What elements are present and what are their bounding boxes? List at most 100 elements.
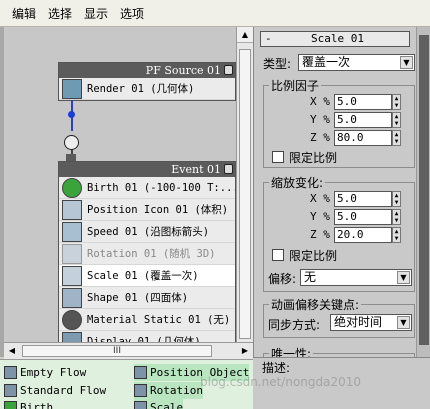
spinner-arrows-icon[interactable]: ▲ ▼: [392, 227, 401, 243]
event-row-label: Speed 01 (沿图标箭头): [87, 226, 210, 238]
depot-item-standard-flow[interactable]: Standard Flow: [4, 382, 106, 399]
scroll-thumb[interactable]: III: [22, 345, 212, 357]
display-icon: [62, 331, 82, 342]
rollout-header[interactable]: - Scale 01: [260, 31, 410, 47]
variation-y-spinner[interactable]: 5.0 ▲ ▼: [334, 209, 401, 225]
rollout-collapse-sign: -: [265, 32, 272, 45]
event-row-speed[interactable]: Speed 01 (沿图标箭头): [59, 221, 235, 243]
event-row-label: Material Static 01 (无): [87, 314, 231, 326]
scale-z-spinner[interactable]: 80.0 ▲ ▼: [334, 130, 401, 146]
chevron-down-icon[interactable]: ▼: [397, 316, 410, 329]
scale-y-spinner[interactable]: 5.0 ▲ ▼: [334, 112, 401, 128]
scroll-left-icon[interactable]: ◀: [4, 343, 20, 359]
lock-ratio-checkbox[interactable]: [272, 151, 284, 163]
scroll-up-icon[interactable]: ▲: [237, 27, 253, 43]
params-vertical-scrollbar[interactable]: [416, 27, 430, 409]
connection-port-icon[interactable]: [64, 135, 79, 150]
spinner-arrows-icon[interactable]: ▲ ▼: [392, 112, 401, 128]
variation-z-label: Z %: [310, 228, 330, 241]
depot-item-scale[interactable]: Scale: [134, 399, 184, 409]
event-row-label: Birth 01 (-100-100 T:...: [87, 181, 235, 194]
scroll-right-icon[interactable]: ▶: [237, 343, 253, 359]
graph-vertical-scrollbar[interactable]: ▲: [236, 27, 253, 342]
left-border: [0, 27, 4, 357]
source-node-title: PF Source 01: [145, 64, 221, 77]
scale-x-spinner[interactable]: 5.0 ▲ ▼: [334, 94, 401, 110]
spinner-arrows-icon[interactable]: ▲ ▼: [392, 191, 401, 207]
camera-icon[interactable]: [224, 65, 233, 75]
type-dropdown[interactable]: 覆盖一次 ▼: [298, 54, 415, 71]
camera-icon[interactable]: [224, 164, 233, 174]
event-node-header[interactable]: Event 01: [59, 162, 235, 177]
scale-x-label: X %: [310, 95, 330, 108]
variation-title: 缩放变化:: [269, 174, 326, 191]
shape-icon: [62, 287, 82, 308]
depot-item-label: Empty Flow: [20, 366, 87, 379]
event-row-label: Shape 01 (四面体): [87, 292, 189, 304]
event-row-rotation[interactable]: Rotation 01 (随机 3D): [59, 243, 235, 265]
event-row-label: Scale 01 (覆盖一次): [87, 270, 199, 282]
lock-ratio-checkbox[interactable]: [272, 249, 284, 261]
rotation-icon: [134, 384, 147, 397]
source-row-render[interactable]: Render 01 (几何体): [59, 78, 235, 100]
position-object-icon: [134, 366, 147, 379]
event-row-position-icon[interactable]: Position Icon 01 (体积): [59, 199, 235, 221]
depot-item-rotation[interactable]: Rotation: [134, 382, 203, 399]
bias-dropdown[interactable]: 无 ▼: [300, 269, 412, 286]
sync-value: 绝对时间: [334, 315, 383, 329]
rollout-title: Scale 01: [311, 32, 364, 45]
event-row-scale[interactable]: Scale 01 (覆盖一次): [59, 265, 235, 287]
event-row-birth[interactable]: Birth 01 (-100-100 T:...: [59, 177, 235, 199]
watermark: blog.csdn.net/nongda2010: [200, 375, 362, 389]
menu-display[interactable]: 显示: [78, 5, 114, 22]
depot-item-empty-flow[interactable]: Empty Flow: [4, 364, 86, 381]
flow-icon: [4, 384, 17, 397]
source-node[interactable]: PF Source 01 Render 01 (几何体): [58, 62, 236, 101]
event-row-display[interactable]: Display 01 (几何体): [59, 331, 235, 342]
flow-icon: [4, 366, 17, 379]
scale-y-value: 5.0: [337, 113, 357, 126]
event-row-material[interactable]: Material Static 01 (无): [59, 309, 235, 331]
particle-view-graph[interactable]: PF Source 01 Render 01 (几何体) Event 01 Bi…: [0, 27, 236, 342]
event-row-label: Position Icon 01 (体积): [87, 204, 229, 216]
event-row-shape[interactable]: Shape 01 (四面体): [59, 287, 235, 309]
spinner-arrows-icon[interactable]: ▲ ▼: [392, 130, 401, 146]
spinner-arrows-icon[interactable]: ▲ ▼: [392, 209, 401, 225]
variation-x-label: X %: [310, 192, 330, 205]
event-node[interactable]: Event 01 Birth 01 (-100-100 T:... Positi…: [58, 161, 236, 342]
menu-options[interactable]: 选项: [114, 5, 150, 22]
variation-y-label: Y %: [310, 210, 330, 223]
graph-horizontal-scrollbar[interactable]: ◀ III ▶: [4, 342, 253, 359]
sync-dropdown[interactable]: 绝对时间 ▼: [330, 314, 412, 331]
type-label: 类型:: [263, 57, 292, 71]
depot-item-birth[interactable]: Birth: [4, 399, 53, 409]
scroll-thumb[interactable]: [239, 49, 251, 339]
wire-dot: [68, 111, 75, 118]
source-node-header[interactable]: PF Source 01: [59, 63, 235, 78]
chevron-down-icon[interactable]: ▼: [400, 56, 413, 69]
rotation-icon: [62, 243, 82, 264]
depot-item-label: Rotation: [150, 384, 203, 397]
menu-select[interactable]: 选择: [42, 5, 78, 22]
chevron-down-icon[interactable]: ▼: [397, 271, 410, 284]
wire-segment: [71, 119, 73, 131]
variation-x-spinner[interactable]: 5.0 ▲ ▼: [334, 191, 401, 207]
scale-icon: [62, 265, 82, 286]
birth-icon: [4, 401, 17, 409]
position-icon: [62, 199, 82, 220]
scroll-thumb[interactable]: [419, 35, 429, 345]
variation-z-spinner[interactable]: 20.0 ▲ ▼: [334, 227, 401, 243]
type-value: 覆盖一次: [302, 55, 351, 69]
scale-icon: [134, 401, 147, 409]
speed-icon: [62, 221, 82, 242]
birth-icon: [62, 177, 82, 198]
source-row-label: Render 01 (几何体): [87, 83, 195, 95]
scale-y-label: Y %: [310, 113, 330, 126]
scale-z-value: 80.0: [337, 131, 364, 144]
event-row-label: Display 01 (几何体): [87, 336, 201, 342]
depot-item-label: Scale: [150, 401, 184, 409]
sync-label: 同步方式:: [268, 318, 321, 332]
menu-edit[interactable]: 编辑: [6, 5, 42, 22]
spinner-arrows-icon[interactable]: ▲ ▼: [392, 94, 401, 110]
description-label: 描述:: [262, 361, 291, 375]
